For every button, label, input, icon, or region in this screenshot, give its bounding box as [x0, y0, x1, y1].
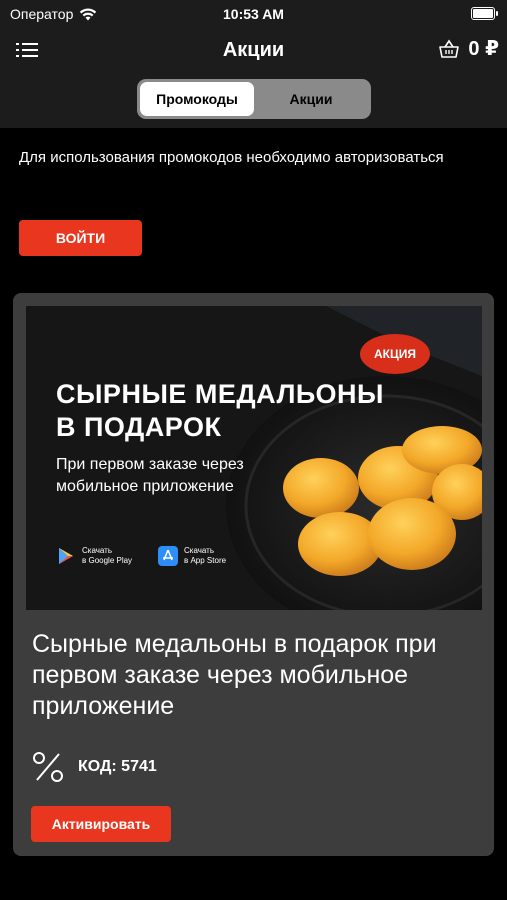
promo-card: АКЦИЯ СЫРНЫЕ МЕДАЛЬОНЫ В ПОДАРОК При пер…	[13, 293, 494, 856]
page-title: Акции	[222, 39, 285, 61]
percent-icon	[33, 752, 63, 782]
app-store-line: Скачать	[184, 546, 214, 555]
promo-code: КОД: 5741	[78, 758, 157, 775]
google-play-line: в Google Play	[82, 556, 133, 565]
login-button[interactable]: ВОЙТИ	[19, 220, 142, 256]
app-store-line: в App Store	[184, 556, 227, 565]
google-play-icon	[59, 548, 73, 564]
tab-promotions[interactable]: Акции	[254, 82, 368, 116]
cart-total: 0 ₽	[468, 38, 499, 60]
app-store-badge: Скачать в App Store	[158, 546, 226, 566]
cart-button[interactable]: 0 ₽	[438, 36, 499, 61]
promo-badge: АКЦИЯ	[360, 334, 430, 374]
tab-promocodes[interactable]: Промокоды	[140, 82, 254, 116]
banner-subtitle: При первом заказе через мобильное прилож…	[56, 454, 286, 498]
auth-message: Для использования промокодов необходимо …	[19, 149, 444, 166]
promo-code-row: КОД: 5741	[32, 751, 157, 783]
segmented-control: Промокоды Акции	[137, 79, 371, 119]
banner-headline: СЫРНЫЕ МЕДАЛЬОНЫ В ПОДАРОК	[56, 378, 386, 444]
banner-headline-line: СЫРНЫЕ МЕДАЛЬОНЫ	[56, 379, 384, 409]
banner-subtitle-line: При первом заказе через	[56, 456, 244, 473]
battery-icon	[471, 7, 498, 20]
banner-headline-line: В ПОДАРОК	[56, 412, 222, 442]
promo-banner-image: АКЦИЯ СЫРНЫЕ МЕДАЛЬОНЫ В ПОДАРОК При пер…	[26, 306, 482, 610]
status-bar: Оператор 10:53 AM	[0, 0, 507, 28]
banner-subtitle-line: мобильное приложение	[56, 478, 234, 495]
activate-button[interactable]: Активировать	[31, 806, 171, 842]
google-play-line: Скачать	[82, 546, 112, 555]
google-play-badge: Скачать в Google Play	[56, 546, 132, 566]
status-time: 10:53 AM	[223, 6, 284, 22]
basket-icon	[439, 39, 460, 58]
app-store-icon	[158, 546, 178, 566]
nav-bar: Акции 0 ₽ Промокоды Акции	[0, 28, 507, 128]
promo-title: Сырные медальоны в подарок при первом за…	[32, 630, 437, 720]
